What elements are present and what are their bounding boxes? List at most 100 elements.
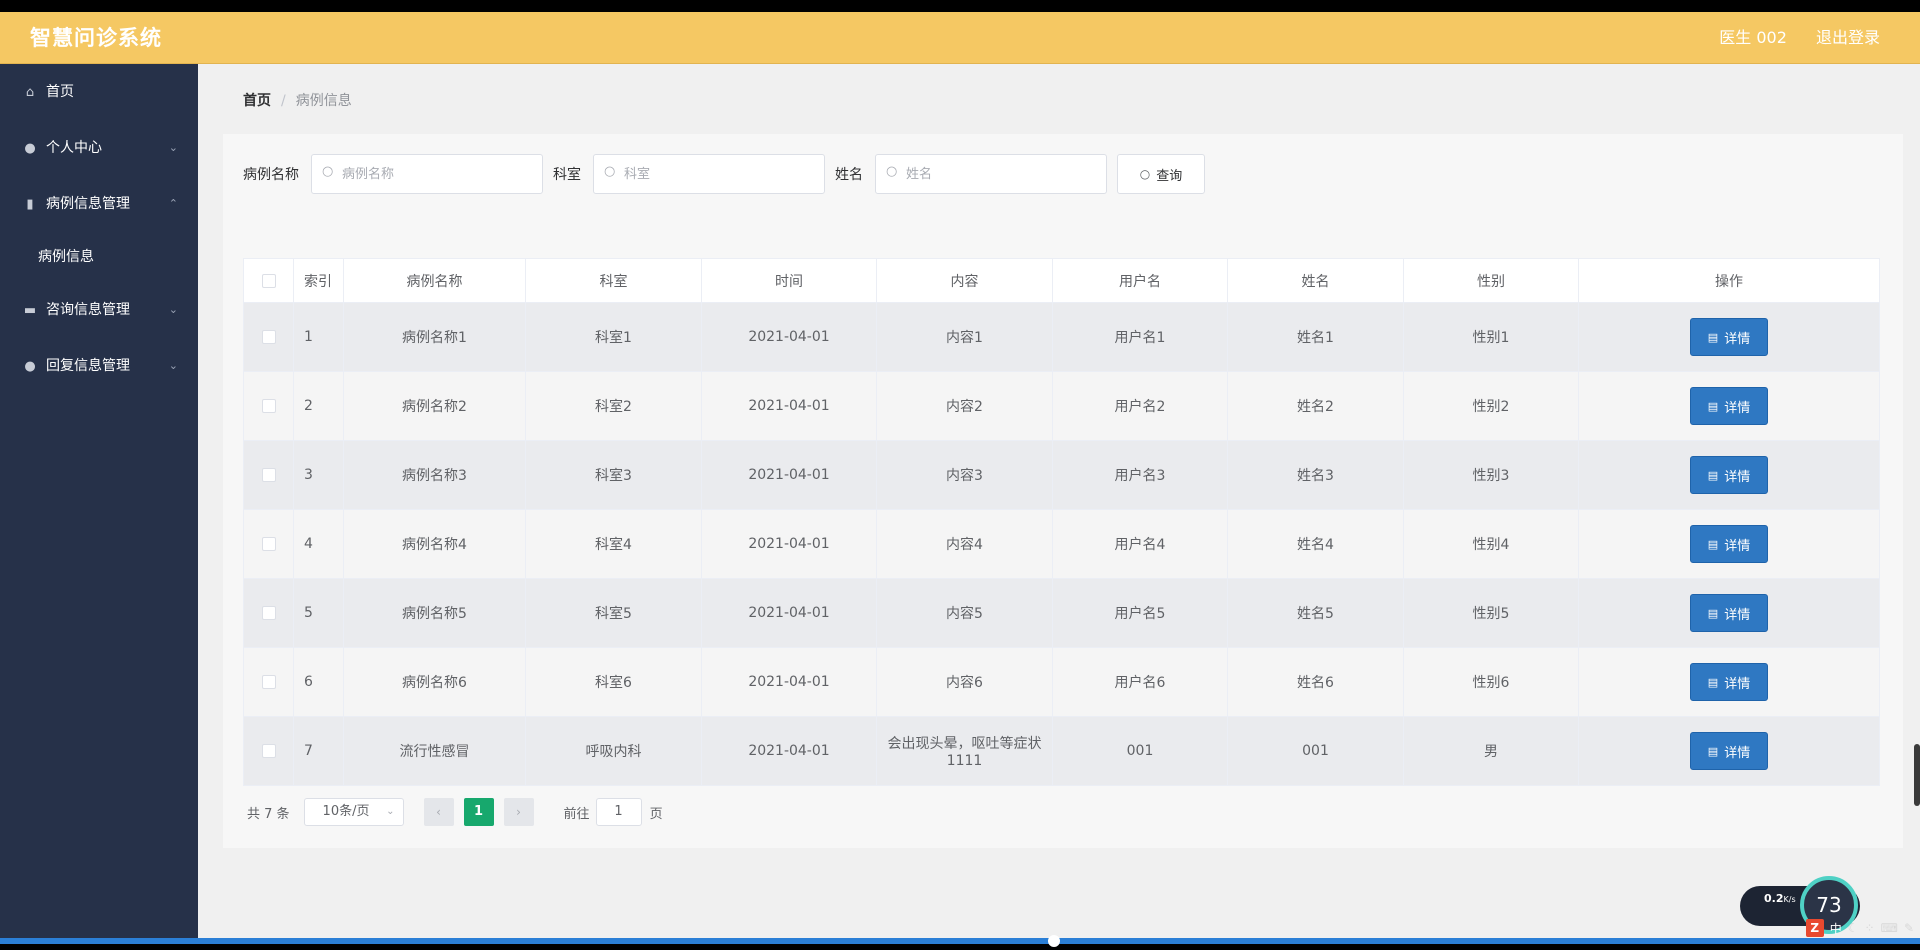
document-icon: ▤ xyxy=(1707,399,1719,413)
cell-username: 001 xyxy=(1052,716,1228,786)
cell-name: 姓名1 xyxy=(1227,302,1404,372)
cell-time: 2021-04-01 xyxy=(701,578,877,648)
department-label: 科室 xyxy=(553,167,581,183)
cell-time: 2021-04-01 xyxy=(701,647,877,717)
document-icon: ▤ xyxy=(1707,675,1719,689)
detail-button[interactable]: ▤ 详情 xyxy=(1690,456,1768,494)
search-icon: ○ xyxy=(1139,167,1151,181)
cell-gender: 性别5 xyxy=(1403,578,1579,648)
sidebar-item-label: 咨询信息管理 xyxy=(46,302,130,318)
wrench-icon[interactable]: ✎ xyxy=(1904,921,1914,935)
video-progress-handle[interactable] xyxy=(1048,935,1060,947)
cell-content: 内容3 xyxy=(876,440,1053,510)
dots-icon[interactable]: ⁘ xyxy=(1865,921,1875,935)
row-checkbox[interactable] xyxy=(261,537,276,551)
row-checkbox[interactable] xyxy=(261,330,276,344)
column-header-department: 科室 xyxy=(525,258,702,303)
document-icon: ▤ xyxy=(1707,537,1719,551)
cell-actions: ▤ 详情 xyxy=(1578,371,1880,441)
breadcrumb-separator: / xyxy=(281,93,286,109)
sidebar-item-personal-center[interactable]: ● 个人中心 ⌄ xyxy=(0,120,198,176)
next-page-button[interactable]: › xyxy=(503,798,534,826)
cell-department: 科室1 xyxy=(525,302,702,372)
sidebar-item-reply-management[interactable]: ● 回复信息管理 ⌄ xyxy=(0,338,198,394)
keyboard-icon[interactable]: ⌨ xyxy=(1881,921,1898,935)
current-user: 医生 002 xyxy=(1719,28,1787,47)
ime-indicator[interactable]: 中 xyxy=(1830,920,1842,937)
detail-button[interactable]: ▤ 详情 xyxy=(1690,525,1768,563)
cell-department: 科室3 xyxy=(525,440,702,510)
row-checkbox[interactable] xyxy=(261,399,276,413)
row-checkbox[interactable] xyxy=(261,744,276,758)
cell-content: 会出现头晕，呕吐等症状1111 xyxy=(876,716,1053,786)
breadcrumb-current: 病例信息 xyxy=(295,93,352,109)
cell-gender: 男 xyxy=(1403,716,1579,786)
net-speed: 0.2K/s xyxy=(1764,892,1796,905)
row-checkbox[interactable] xyxy=(261,468,276,482)
cell-case-name: 流行性感冒 xyxy=(343,716,526,786)
search-bar: 病例名称 ○ 科室 ○ 姓名 ○ ○ 查询 xyxy=(243,154,1205,194)
select-all-checkbox[interactable] xyxy=(261,273,276,288)
cell-gender: 性别6 xyxy=(1403,647,1579,717)
sidebar-item-consultation-management[interactable]: ▬ 咨询信息管理 ⌄ xyxy=(0,282,198,338)
chevron-down-icon: ⌄ xyxy=(168,303,178,316)
cell-gender: 性别3 xyxy=(1403,440,1579,510)
breadcrumb: 首页 / 病例信息 xyxy=(243,90,352,110)
moon-icon[interactable]: ☾ xyxy=(1848,921,1859,935)
patient-name-input[interactable] xyxy=(906,155,1101,193)
video-progress-bar[interactable] xyxy=(0,938,1920,944)
sidebar-item-home[interactable]: ⌂ 首页 xyxy=(0,64,198,120)
chevron-down-icon: ⌄ xyxy=(386,806,395,817)
cell-time: 2021-04-01 xyxy=(701,509,877,579)
system-tray: Z 中 ☾ ⁘ ⌨ ✎ xyxy=(1760,918,1920,938)
app-logo-icon[interactable]: Z xyxy=(1805,919,1824,937)
row-select-cell xyxy=(243,371,294,441)
row-checkbox[interactable] xyxy=(261,606,276,620)
chevron-down-icon: ⌄ xyxy=(168,141,178,154)
detail-button[interactable]: ▤ 详情 xyxy=(1690,387,1768,425)
detail-button[interactable]: ▤ 详情 xyxy=(1690,318,1768,356)
cell-department: 科室4 xyxy=(525,509,702,579)
cell-username: 用户名1 xyxy=(1052,302,1228,372)
detail-button-label: 详情 xyxy=(1724,538,1751,554)
prev-page-button[interactable]: ‹ xyxy=(423,798,454,826)
department-search: ○ xyxy=(593,154,825,194)
column-header-gender: 性别 xyxy=(1403,258,1579,303)
table-row: 6 病例名称6 科室6 2021-04-01 内容6 用户名6 姓名6 性别6 … xyxy=(243,647,1880,717)
column-header-content: 内容 xyxy=(876,258,1053,303)
main-content: 首页 / 病例信息 病例名称 ○ 科室 ○ 姓名 ○ ○ 查询 xyxy=(198,64,1920,938)
cell-content: 内容6 xyxy=(876,647,1053,717)
page-size-select[interactable]: 10条/页 ⌄ xyxy=(303,798,404,826)
logout-link[interactable]: 退出登录 xyxy=(1816,28,1880,47)
detail-button[interactable]: ▤ 详情 xyxy=(1690,594,1768,632)
pagination: 共 7 条 10条/页 ⌄ ‹ 1 › 前往 1 页 xyxy=(247,797,663,827)
sidebar-item-case-management[interactable]: ▮ 病例信息管理 ⌃ xyxy=(0,176,198,232)
cell-name: 姓名5 xyxy=(1227,578,1404,648)
sidebar-subitem-case-info[interactable]: 病例信息 xyxy=(0,232,198,282)
breadcrumb-home[interactable]: 首页 xyxy=(243,93,271,109)
page-size-value: 10条/页 xyxy=(322,804,370,819)
detail-button[interactable]: ▤ 详情 xyxy=(1690,663,1768,701)
search-icon: ○ xyxy=(322,164,334,179)
table-body: 1 病例名称1 科室1 2021-04-01 内容1 用户名1 姓名1 性别1 … xyxy=(243,302,1880,786)
scrollbar-thumb[interactable] xyxy=(1914,744,1920,806)
chevron-up-icon: ⌃ xyxy=(168,197,178,210)
cell-username: 用户名5 xyxy=(1052,578,1228,648)
sidebar-item-label: 病例信息管理 xyxy=(46,196,130,212)
cell-username: 用户名3 xyxy=(1052,440,1228,510)
cell-actions: ▤ 详情 xyxy=(1578,716,1880,786)
department-input[interactable] xyxy=(624,155,819,193)
cell-time: 2021-04-01 xyxy=(701,302,877,372)
query-button[interactable]: ○ 查询 xyxy=(1117,154,1205,194)
case-name-input[interactable] xyxy=(342,155,537,193)
page-number-active[interactable]: 1 xyxy=(463,798,494,826)
row-select-cell xyxy=(243,302,294,372)
chart-icon: ▮ xyxy=(26,197,34,212)
detail-button[interactable]: ▤ 详情 xyxy=(1690,732,1768,770)
goto-page-input[interactable]: 1 xyxy=(595,798,642,826)
row-checkbox[interactable] xyxy=(261,675,276,689)
row-select-cell xyxy=(243,440,294,510)
sidebar-item-label: 首页 xyxy=(46,84,74,100)
detail-button-label: 详情 xyxy=(1724,331,1751,347)
document-icon: ▤ xyxy=(1707,468,1719,482)
